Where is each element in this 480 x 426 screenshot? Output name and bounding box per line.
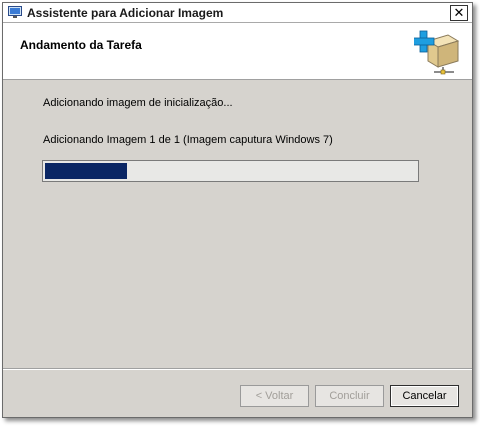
close-button[interactable]: ✕ [450,5,468,21]
progress-bar [42,160,419,182]
progress-bar-fill [45,163,127,179]
progress-detail-text: Adicionando Imagem 1 de 1 (Imagem caputu… [43,134,333,146]
close-icon: ✕ [453,5,465,20]
wizard-header: Andamento da Tarefa [3,23,472,80]
wizard-content: Adicionando imagem de inicialização... A… [3,80,472,369]
footer-separator [3,368,472,370]
page-title: Andamento da Tarefa [20,38,142,52]
status-text: Adicionando imagem de inicialização... [43,97,233,109]
title-bar[interactable]: Assistente para Adicionar Imagem ✕ [3,3,472,23]
finish-button[interactable]: Concluir [315,385,384,407]
back-button[interactable]: < Voltar [240,385,309,407]
app-window-icon [8,6,22,18]
cancel-button[interactable]: Cancelar [390,385,459,407]
wizard-image-add-icon [414,30,460,75]
window-title: Assistente para Adicionar Imagem [27,6,224,20]
wizard-window: Assistente para Adicionar Imagem ✕ Andam… [2,2,473,418]
